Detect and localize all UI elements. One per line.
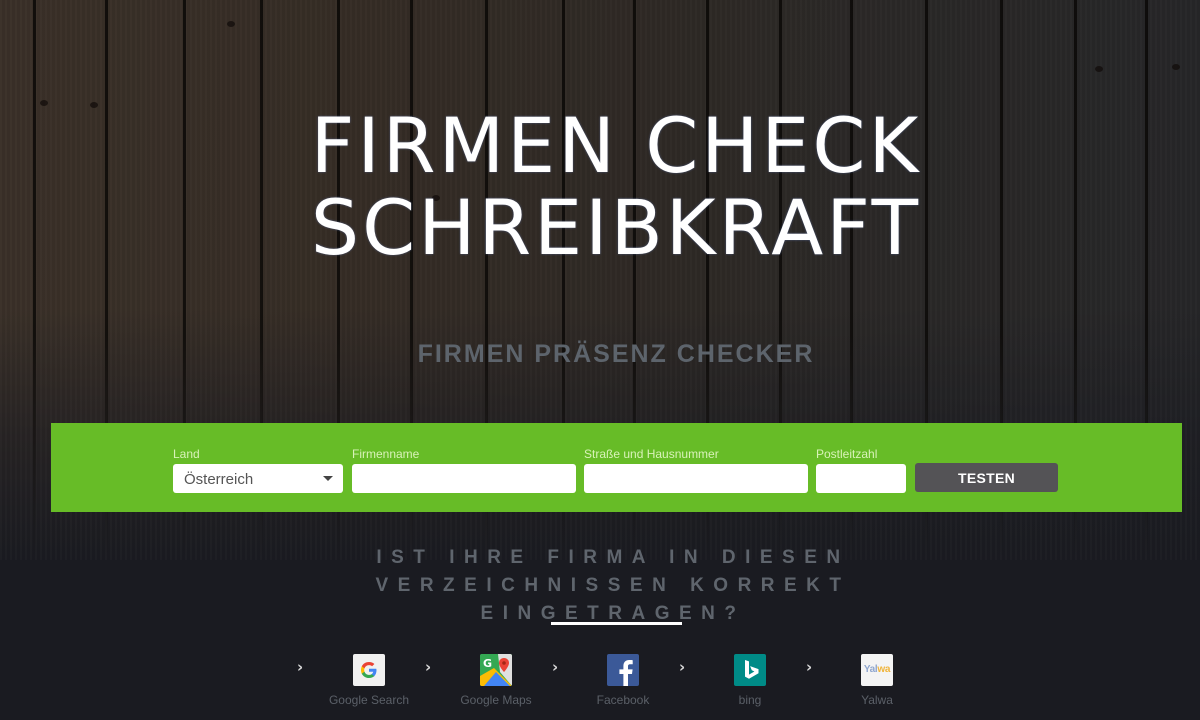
strasse-label: Straße und Hausnummer: [584, 447, 719, 461]
bing-icon: [734, 654, 766, 686]
directory-item-google-maps[interactable]: G Google Maps: [436, 654, 556, 707]
chevron-right-icon: ›: [425, 658, 432, 676]
facebook-icon: [607, 654, 639, 686]
directory-question: IST IHRE FIRMA IN DIESEN VERZEICHNISSEN …: [0, 544, 1200, 628]
field-postleitzahl: Postleitzahl: [816, 447, 906, 493]
directory-item-google-search[interactable]: Google Search: [309, 654, 429, 707]
directory-item-yalwa[interactable]: Yalwa Yalwa: [817, 654, 937, 707]
company-check-form: Land Österreich Firmenname Straße und Ha…: [51, 423, 1182, 512]
google-maps-icon: G: [480, 654, 512, 686]
field-strasse: Straße und Hausnummer: [584, 447, 808, 493]
land-label: Land: [173, 447, 200, 461]
page-title-line2: SCHREIBKRAFT: [310, 183, 922, 272]
directory-item-bing[interactable]: bing: [690, 654, 810, 707]
question-line2: VERZEICHNISSEN KORREKT: [375, 575, 851, 596]
directory-list: › Google Search › G Google Maps › Facebo…: [0, 654, 1200, 714]
directory-label: bing: [738, 693, 762, 707]
field-land: Land Österreich: [173, 447, 343, 493]
directory-label: Yalwa: [861, 693, 893, 707]
directory-label: Facebook: [596, 693, 650, 707]
postleitzahl-input[interactable]: [816, 464, 906, 493]
postleitzahl-label: Postleitzahl: [816, 447, 878, 461]
google-icon: [353, 654, 385, 686]
yalwa-logo-text-a: Yal: [863, 664, 878, 675]
page-title-line1: FIRMEN CHECK: [310, 101, 922, 190]
strasse-input[interactable]: [584, 464, 808, 493]
chevron-right-icon: ›: [297, 658, 304, 676]
directory-label: Google Search: [328, 693, 410, 707]
wood-knot: [1172, 64, 1180, 70]
firmenname-input[interactable]: [352, 464, 576, 493]
land-select-value: Österreich: [184, 471, 254, 488]
chevron-right-icon: ›: [552, 658, 559, 676]
testen-button[interactable]: TESTEN: [915, 463, 1058, 492]
field-firmenname: Firmenname: [352, 447, 576, 493]
heading-underline: [551, 622, 682, 625]
question-line1: IST IHRE FIRMA IN DIESEN: [376, 547, 850, 568]
chevron-down-icon: [323, 476, 333, 481]
chevron-right-icon: ›: [806, 658, 813, 676]
page-subtitle: FIRMEN PRÄSENZ CHECKER: [417, 340, 815, 368]
plank-seam: [33, 0, 36, 560]
wood-knot: [227, 21, 235, 27]
chevron-right-icon: ›: [679, 658, 686, 676]
yalwa-logo-text-b: wa: [877, 664, 891, 675]
svg-text:G: G: [483, 657, 492, 670]
wood-knot: [1095, 66, 1103, 72]
directory-item-facebook[interactable]: Facebook: [563, 654, 683, 707]
yalwa-icon: Yalwa: [861, 654, 893, 686]
directory-label: Google Maps: [460, 693, 532, 707]
land-select[interactable]: Österreich: [173, 464, 343, 493]
firmenname-label: Firmenname: [352, 447, 420, 461]
